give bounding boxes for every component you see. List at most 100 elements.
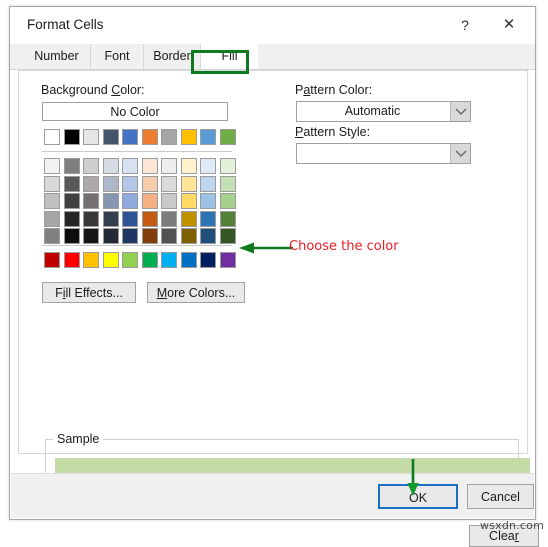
theme-swatch-top-2[interactable] — [83, 129, 99, 145]
theme-swatch-0-1[interactable] — [63, 158, 80, 174]
standard-swatch-1[interactable] — [63, 252, 80, 268]
more-colors-button[interactable]: More Colors... — [147, 282, 245, 303]
page-title: Format Cells — [27, 17, 104, 32]
chevron-down-icon[interactable] — [450, 102, 470, 121]
fill-effects-button[interactable]: Fill Effects... — [42, 282, 136, 303]
background-color-label: Background Color: — [41, 83, 145, 97]
theme-swatch-3-1[interactable] — [63, 210, 80, 227]
theme-swatch-top-7[interactable] — [180, 129, 197, 145]
standard-swatch-2[interactable] — [83, 252, 99, 268]
pattern-color-select[interactable]: Automatic — [296, 101, 471, 122]
theme-swatch-3-0[interactable] — [44, 210, 60, 227]
theme-swatch-2-9[interactable] — [219, 193, 236, 209]
theme-swatch-0-8[interactable] — [200, 158, 216, 174]
tab-fill[interactable]: Fill — [201, 44, 258, 69]
chevron-down-icon[interactable] — [450, 144, 470, 163]
grid-divider-top — [42, 151, 232, 152]
theme-swatch-2-0[interactable] — [44, 193, 60, 209]
theme-swatch-0-9[interactable] — [219, 158, 236, 174]
theme-swatch-2-3[interactable] — [102, 193, 119, 209]
theme-swatch-0-2[interactable] — [83, 158, 99, 174]
standard-swatch-4[interactable] — [122, 252, 138, 268]
theme-swatch-top-9[interactable] — [219, 129, 236, 145]
theme-swatch-1-5[interactable] — [141, 175, 158, 192]
title-bar: Format Cells ? ✕ — [10, 7, 535, 44]
theme-swatch-1-1[interactable] — [63, 175, 80, 192]
theme-swatch-0-7[interactable] — [180, 158, 197, 174]
theme-swatch-2-8[interactable] — [200, 193, 216, 209]
pattern-color-label: Pattern Color: — [295, 83, 373, 97]
theme-swatch-1-8[interactable] — [200, 175, 216, 192]
tab-strip: Number Font Border Fill — [10, 44, 535, 70]
standard-colors-row — [44, 252, 238, 268]
standard-swatch-5[interactable] — [141, 252, 158, 268]
annotation-choose-color-text: Choose the color — [289, 239, 399, 254]
standard-swatch-8[interactable] — [200, 252, 216, 268]
theme-swatch-top-4[interactable] — [122, 129, 138, 145]
format-cells-dialog: Format Cells ? ✕ Number Font Border Fill… — [9, 6, 539, 547]
selected-swatch-ring — [218, 174, 239, 195]
pattern-style-select[interactable] — [296, 143, 471, 164]
theme-swatch-3-9[interactable] — [219, 210, 236, 227]
tab-border[interactable]: Border — [144, 44, 201, 69]
theme-swatch-3-7[interactable] — [180, 210, 197, 227]
standard-swatch-7[interactable] — [180, 252, 197, 268]
theme-swatch-4-9[interactable] — [219, 228, 236, 244]
standard-swatch-6[interactable] — [161, 252, 177, 268]
sample-label: Sample — [53, 432, 104, 446]
cancel-button[interactable]: Cancel — [467, 484, 534, 509]
theme-swatch-2-5[interactable] — [141, 193, 158, 209]
theme-swatch-2-2[interactable] — [83, 193, 99, 209]
theme-swatch-1-2[interactable] — [83, 175, 99, 192]
theme-swatch-top-1[interactable] — [63, 129, 80, 145]
ok-button[interactable]: OK — [378, 484, 458, 509]
tab-font[interactable]: Font — [91, 44, 144, 69]
theme-swatch-4-5[interactable] — [141, 228, 158, 244]
help-icon[interactable]: ? — [449, 11, 481, 39]
theme-swatch-4-6[interactable] — [161, 228, 177, 244]
theme-swatch-3-3[interactable] — [102, 210, 119, 227]
standard-swatch-3[interactable] — [102, 252, 119, 268]
theme-swatch-1-7[interactable] — [180, 175, 197, 192]
theme-swatch-top-5[interactable] — [141, 129, 158, 145]
theme-swatch-3-4[interactable] — [122, 210, 138, 227]
theme-swatch-4-4[interactable] — [122, 228, 138, 244]
theme-swatch-top-0[interactable] — [44, 129, 60, 145]
theme-swatch-3-5[interactable] — [141, 210, 158, 227]
theme-swatch-top-3[interactable] — [102, 129, 119, 145]
theme-swatch-1-3[interactable] — [102, 175, 119, 192]
theme-swatch-0-5[interactable] — [141, 158, 158, 174]
standard-swatch-0[interactable] — [44, 252, 60, 268]
theme-swatch-2-1[interactable] — [63, 193, 80, 209]
theme-swatch-1-4[interactable] — [122, 175, 138, 192]
standard-swatch-9[interactable] — [219, 252, 236, 268]
theme-swatch-0-4[interactable] — [122, 158, 138, 174]
theme-swatch-4-1[interactable] — [63, 228, 80, 244]
theme-swatch-0-0[interactable] — [44, 158, 60, 174]
annotation-left-arrow-icon — [239, 242, 293, 254]
theme-swatch-2-7[interactable] — [180, 193, 197, 209]
pattern-color-value: Automatic — [344, 104, 401, 118]
theme-swatch-0-6[interactable] — [161, 158, 177, 174]
theme-swatch-2-6[interactable] — [161, 193, 177, 209]
theme-swatch-3-6[interactable] — [161, 210, 177, 227]
theme-swatch-0-3[interactable] — [102, 158, 119, 174]
theme-swatch-4-2[interactable] — [83, 228, 99, 244]
theme-swatch-top-8[interactable] — [200, 129, 216, 145]
grid-divider-bottom — [42, 245, 232, 246]
theme-swatch-4-7[interactable] — [180, 228, 197, 244]
theme-swatch-1-0[interactable] — [44, 175, 60, 192]
theme-swatch-1-9[interactable] — [218, 174, 239, 195]
theme-swatch-4-0[interactable] — [44, 228, 60, 244]
tab-number[interactable]: Number — [23, 44, 91, 69]
theme-swatch-4-3[interactable] — [102, 228, 119, 244]
close-icon[interactable]: ✕ — [493, 11, 525, 39]
theme-swatch-1-6[interactable] — [161, 175, 177, 192]
site-watermark: wsxdn.com — [480, 519, 544, 532]
theme-swatch-2-4[interactable] — [122, 193, 138, 209]
no-color-button[interactable]: No Color — [42, 102, 228, 121]
theme-swatch-3-8[interactable] — [200, 210, 216, 227]
theme-swatch-4-8[interactable] — [200, 228, 216, 244]
theme-swatch-top-6[interactable] — [161, 129, 177, 145]
theme-swatch-3-2[interactable] — [83, 210, 99, 227]
